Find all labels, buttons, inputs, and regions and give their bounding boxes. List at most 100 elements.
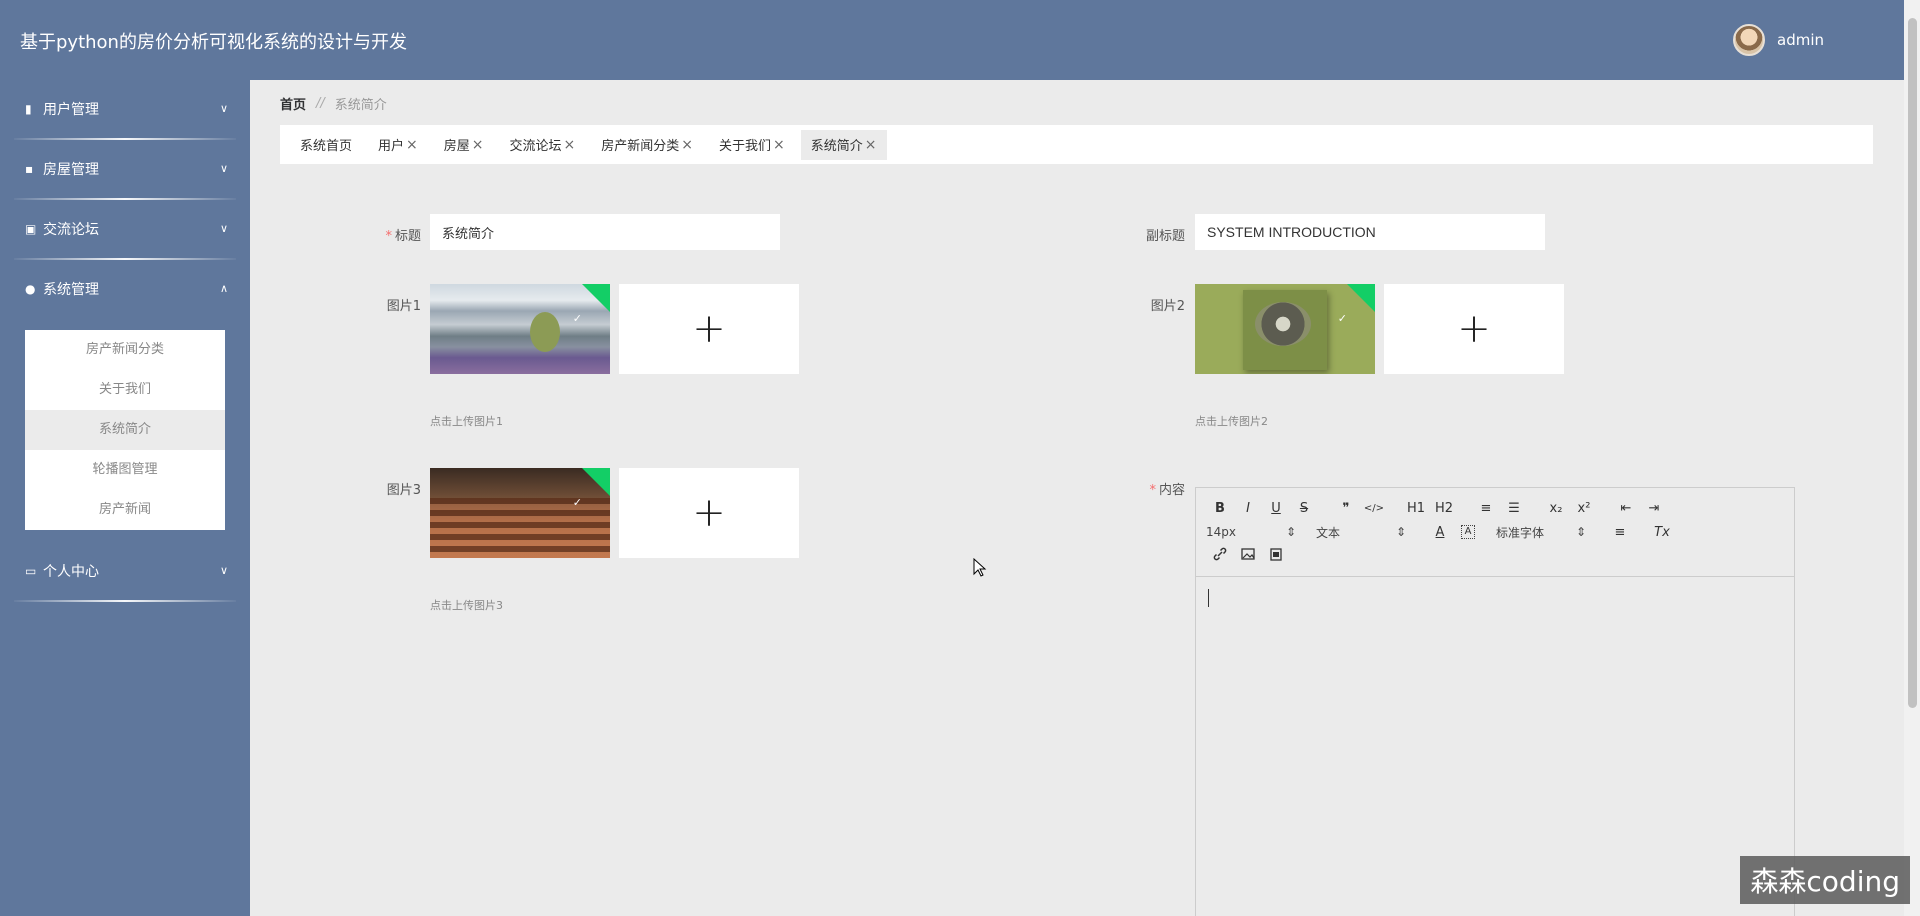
close-icon[interactable]: × — [773, 137, 785, 153]
menu-forum[interactable]: ▣ 交流论坛 ∨ — [0, 200, 250, 258]
close-icon[interactable]: × — [472, 137, 484, 153]
close-icon[interactable]: × — [865, 137, 877, 153]
close-icon[interactable]: × — [564, 137, 576, 153]
menu-label: 个人中心 — [43, 564, 99, 580]
ordered-list-icon[interactable]: ≡ — [1472, 501, 1500, 516]
sidebar-item-news[interactable]: 房产新闻 — [25, 490, 225, 530]
chevron-down-icon: ∨ — [219, 564, 228, 577]
page-scrollbar[interactable] — [1904, 0, 1920, 916]
tab-label: 系统首页 — [300, 139, 353, 154]
font-family-select[interactable]: 标准字体 ⇕ — [1496, 524, 1592, 541]
rich-text-editor: B I U S ❞ </> H1 H2 ≡ ☰ x₂ x² ⇤ ⇥ 14px ⇕ … — [1195, 487, 1795, 916]
tab-system-intro[interactable]: 系统简介 × — [800, 129, 887, 160]
chevron-down-icon: ∨ — [219, 222, 228, 235]
tab-label: 关于我们 — [719, 139, 772, 154]
close-icon[interactable]: × — [406, 137, 418, 153]
tab-news-category[interactable]: 房产新闻分类 × — [591, 130, 703, 160]
header-type-value: 文本 — [1316, 525, 1341, 540]
tab-label: 房屋 — [443, 139, 470, 154]
heading-2-icon[interactable]: H2 — [1430, 501, 1458, 516]
tab-forum[interactable]: 交流论坛 × — [500, 130, 586, 160]
sidebar: ▮ 用户管理 ∨ ▪ 房屋管理 ∨ ▣ 交流论坛 ∨ ● 系统管理 ∧ 房产新闻… — [0, 80, 250, 916]
subtitle-input[interactable] — [1195, 214, 1545, 250]
watermark: 森森coding — [1740, 856, 1910, 904]
classroom-desks-shape — [430, 498, 610, 558]
align-icon[interactable]: ≡ — [1606, 525, 1634, 540]
image1-thumbnail[interactable]: ✓ — [430, 284, 610, 374]
sidebar-item-carousel[interactable]: 轮播图管理 — [25, 450, 225, 490]
background-color-icon[interactable]: A — [1461, 525, 1475, 539]
menu-group-profile: ▭ 个人中心 ∨ — [0, 542, 250, 602]
menu-divider — [14, 600, 236, 602]
font-size-select[interactable]: 14px ⇕ — [1206, 525, 1302, 539]
menu-group-forum: ▣ 交流论坛 ∨ — [0, 200, 250, 260]
user-menu[interactable]: admin — [1733, 24, 1824, 56]
editor-content-area[interactable] — [1196, 577, 1794, 619]
image-icon[interactable] — [1234, 548, 1262, 564]
top-header: 基于python的房价分析可视化系统的设计与开发 admin — [0, 0, 1904, 80]
strikethrough-icon[interactable]: S — [1290, 501, 1318, 516]
subtitle-label: 副标题 — [1145, 229, 1185, 244]
upload-success-badge — [1347, 284, 1375, 312]
chevron-up-icon: ∧ — [219, 282, 228, 295]
menu-user-management[interactable]: ▮ 用户管理 ∨ — [0, 80, 250, 138]
close-icon[interactable]: × — [681, 137, 693, 153]
upload-success-badge — [582, 468, 610, 496]
image3-thumbnail[interactable]: ✓ — [430, 468, 610, 558]
blockquote-icon[interactable]: ❞ — [1332, 501, 1360, 516]
check-icon: ✓ — [572, 496, 582, 509]
mouse-cursor-icon — [973, 558, 987, 577]
app-title: 基于python的房价分析可视化系统的设计与开发 — [20, 32, 407, 53]
tab-houses[interactable]: 房屋 × — [434, 130, 494, 160]
italic-icon[interactable]: I — [1234, 501, 1262, 516]
menu-system-management[interactable]: ● 系统管理 ∧ — [0, 260, 250, 318]
sidebar-item-news-category[interactable]: 房产新闻分类 — [25, 330, 225, 370]
text-caret — [1208, 589, 1209, 607]
breadcrumb-separator: // — [316, 96, 325, 111]
outdent-icon[interactable]: ⇤ — [1612, 501, 1640, 516]
image2-thumbnail[interactable]: ✓ — [1195, 284, 1375, 374]
superscript-icon[interactable]: x² — [1570, 501, 1598, 516]
tab-users[interactable]: 用户 × — [368, 130, 428, 160]
header-type-select[interactable]: 文本 ⇕ — [1316, 524, 1412, 541]
user-icon: ● — [25, 282, 36, 296]
clear-format-icon[interactable]: Tx — [1648, 525, 1676, 540]
menu-personal-center[interactable]: ▭ 个人中心 ∨ — [0, 542, 250, 600]
username[interactable]: admin — [1777, 31, 1824, 49]
link-icon[interactable] — [1206, 547, 1234, 565]
menu-label: 房屋管理 — [43, 162, 99, 178]
title-input[interactable] — [430, 214, 780, 250]
check-icon: ✓ — [572, 312, 582, 325]
bold-icon[interactable]: B — [1206, 501, 1234, 516]
text-color-icon[interactable]: A — [1426, 525, 1454, 540]
tab-label: 用户 — [378, 139, 405, 154]
chat-bubble-icon: ▪ — [25, 162, 34, 176]
scrollbar-thumb[interactable] — [1908, 18, 1917, 708]
image1-upload-button[interactable]: + — [619, 284, 799, 374]
check-icon: ✓ — [1337, 312, 1347, 325]
indent-icon[interactable]: ⇥ — [1640, 501, 1668, 516]
submenu-system: 房产新闻分类 关于我们 系统简介 轮播图管理 房产新闻 — [25, 330, 225, 530]
bullet-list-icon[interactable]: ☰ — [1500, 501, 1528, 516]
avatar[interactable] — [1733, 24, 1765, 56]
menu-label: 系统管理 — [43, 282, 99, 298]
menu-house-management[interactable]: ▪ 房屋管理 ∨ — [0, 140, 250, 198]
image2-upload-button[interactable]: + — [1384, 284, 1564, 374]
select-arrows-icon: ⇕ — [1285, 525, 1296, 539]
sidebar-item-about-us[interactable]: 关于我们 — [25, 370, 225, 410]
code-block-icon[interactable]: </> — [1360, 503, 1388, 514]
sidebar-item-system-intro[interactable]: 系统简介 — [25, 410, 225, 450]
tab-home[interactable]: 系统首页 — [290, 130, 362, 160]
image3-upload-button[interactable]: + — [619, 468, 799, 558]
subscript-icon[interactable]: x₂ — [1542, 501, 1570, 516]
upload-success-badge — [582, 284, 610, 312]
image2-hint: 点击上传图片2 — [1195, 415, 1268, 428]
breadcrumb-home[interactable]: 首页 — [280, 94, 306, 113]
tab-label: 交流论坛 — [509, 139, 562, 154]
underline-icon[interactable]: U — [1262, 501, 1290, 516]
video-icon[interactable] — [1262, 547, 1290, 565]
tab-label: 房产新闻分类 — [601, 139, 680, 154]
image3-hint: 点击上传图片3 — [430, 599, 503, 612]
heading-1-icon[interactable]: H1 — [1402, 501, 1430, 516]
tab-about-us[interactable]: 关于我们 × — [709, 130, 795, 160]
